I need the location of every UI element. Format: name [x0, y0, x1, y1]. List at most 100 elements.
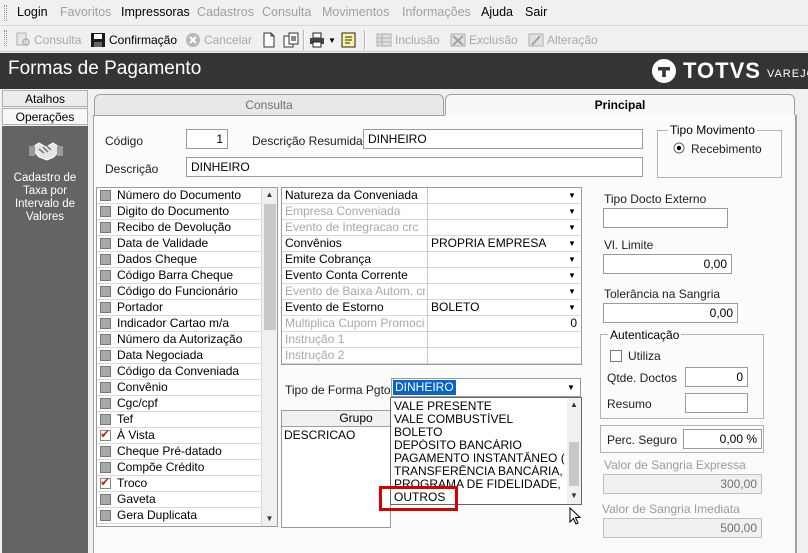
- tipo-forma-pgto-option[interactable]: PAGAMENTO INSTANTÂNEO (PIX): [394, 452, 564, 465]
- menu-favoritos[interactable]: Favoritos: [60, 5, 111, 19]
- chevron-down-icon[interactable]: ▼: [565, 284, 579, 299]
- checkbox[interactable]: [100, 254, 111, 265]
- checkbox[interactable]: [100, 334, 111, 345]
- checklist-item[interactable]: Dados Cheque: [97, 252, 261, 268]
- checkbox[interactable]: [100, 222, 111, 233]
- consulta-button[interactable]: Consulta: [15, 31, 81, 49]
- menu-impressoras[interactable]: Impressoras: [121, 5, 190, 19]
- menu-movimentos[interactable]: Movimentos: [322, 5, 389, 19]
- perc-seguro-input[interactable]: 0,00 %: [683, 429, 762, 449]
- checklist-item[interactable]: Cgc/cpf: [97, 396, 261, 412]
- checkbox[interactable]: [100, 398, 111, 409]
- checkbox[interactable]: [100, 382, 111, 393]
- property-row[interactable]: Multiplica Cupom Promocional 0: [282, 316, 581, 332]
- codigo-input[interactable]: 1: [186, 129, 228, 149]
- grupo-header[interactable]: Grupo: [282, 411, 390, 427]
- checkbox[interactable]: [100, 318, 111, 329]
- vl-limite-input[interactable]: 0,00: [603, 254, 732, 274]
- resumo-input[interactable]: [685, 393, 748, 413]
- tab-atalhos[interactable]: Atalhos: [2, 90, 88, 107]
- lookup-icon[interactable]: [340, 31, 358, 49]
- property-row[interactable]: Empresa Conveniada ▼: [282, 204, 581, 220]
- tipo-forma-pgto-option[interactable]: TRANSFERÊNCIA BANCÁRIA, CAR: [394, 465, 564, 478]
- checkbox[interactable]: [100, 427, 111, 442]
- checklist-item[interactable]: Compõe Crédito: [97, 460, 261, 476]
- qtde-doctos-input[interactable]: 0: [685, 367, 748, 387]
- descricao-input[interactable]: DINHEIRO: [186, 157, 643, 177]
- utiliza-checkbox[interactable]: [610, 350, 622, 362]
- chevron-down-icon[interactable]: ▼: [565, 300, 579, 315]
- checklist-item[interactable]: Gera Duplicata: [97, 508, 261, 524]
- checklist-item[interactable]: Cheque Pré-datado: [97, 444, 261, 460]
- property-row[interactable]: Evento de Baixa Autom. crc ▼: [282, 284, 581, 300]
- tipo-docto-externo-input[interactable]: [603, 208, 728, 228]
- checklist-scrollbar[interactable]: ▲ ▼: [261, 188, 277, 526]
- printer-dropdown-icon[interactable]: ▼: [328, 31, 336, 49]
- checklist-item[interactable]: Tef: [97, 412, 261, 428]
- checklist-item[interactable]: À Vista: [97, 427, 261, 444]
- checklist-item[interactable]: Código da Conveniada: [97, 364, 261, 380]
- property-row[interactable]: Instrução 1: [282, 332, 581, 348]
- descricao-resumida-input[interactable]: DINHEIRO: [363, 129, 643, 149]
- scroll-down-icon[interactable]: ▼: [262, 512, 277, 526]
- menu-cadastros[interactable]: Cadastros: [197, 5, 254, 19]
- checklist-item[interactable]: Portador: [97, 300, 261, 316]
- checkbox[interactable]: [100, 494, 111, 505]
- inclusao-button[interactable]: Inclusão: [376, 31, 440, 49]
- checkbox[interactable]: [100, 286, 111, 297]
- property-value[interactable]: 0: [570, 316, 577, 331]
- checkbox[interactable]: [100, 510, 111, 521]
- menu-consulta[interactable]: Consulta: [262, 5, 311, 19]
- menu-sair[interactable]: Sair: [525, 5, 547, 19]
- grupo-row[interactable]: DESCRICAO: [284, 428, 388, 443]
- checkbox[interactable]: [100, 366, 111, 377]
- chevron-down-icon[interactable]: ▼: [565, 252, 579, 267]
- property-value[interactable]: PROPRIA EMPRESA: [431, 236, 546, 251]
- tolerancia-input[interactable]: 0,00: [603, 303, 738, 323]
- tipo-forma-pgto-option[interactable]: DEPÓSITO BANCÁRIO: [394, 439, 564, 452]
- scroll-up-icon[interactable]: ▲: [262, 188, 277, 202]
- checkbox[interactable]: [100, 350, 111, 361]
- checkbox[interactable]: [100, 270, 111, 281]
- checklist-item[interactable]: Digito do Documento: [97, 204, 261, 220]
- recebimento-radio[interactable]: [673, 142, 685, 154]
- scroll-down-icon[interactable]: ▼: [567, 489, 581, 503]
- dropdown-scrollbar[interactable]: ▲ ▼: [567, 398, 581, 504]
- sangria-expressa-input[interactable]: 300,00: [603, 474, 762, 494]
- checklist-item[interactable]: Indicador Cartao m/a: [97, 316, 261, 332]
- chevron-down-icon[interactable]: ▼: [565, 204, 579, 219]
- cadastro-taxa-link[interactable]: Cadastro de Taxa por Intervalo de Valore…: [2, 172, 88, 224]
- scrollbar-thumb[interactable]: [264, 204, 276, 330]
- tipo-forma-pgto-option[interactable]: VALE COMBUSTÍVEL: [394, 413, 564, 426]
- checkbox[interactable]: [100, 238, 111, 249]
- checklist-item[interactable]: Convênio: [97, 380, 261, 396]
- property-row[interactable]: Evento de Integracao crc ▼: [282, 220, 581, 236]
- cancelar-button[interactable]: Cancelar: [185, 31, 252, 49]
- menu-ajuda[interactable]: Ajuda: [481, 5, 513, 19]
- property-row[interactable]: Instrução 2: [282, 348, 581, 364]
- tipo-forma-pgto-option[interactable]: VALE PRESENTE: [394, 400, 564, 413]
- chevron-down-icon[interactable]: ▼: [564, 380, 578, 395]
- checkbox[interactable]: [100, 206, 111, 217]
- property-row[interactable]: Evento de Estorno BOLETO ▼: [282, 300, 581, 316]
- printer-icon[interactable]: [309, 31, 325, 49]
- chevron-down-icon[interactable]: ▼: [565, 188, 579, 203]
- checklist-item[interactable]: Recibo de Devolução: [97, 220, 261, 236]
- tab-consulta[interactable]: Consulta: [94, 94, 444, 115]
- checkbox[interactable]: [100, 414, 111, 425]
- scrollbar-thumb[interactable]: [569, 442, 579, 486]
- property-row[interactable]: Evento Conta Corrente ▼: [282, 268, 581, 284]
- property-row[interactable]: Natureza da Conveniada ▼: [282, 188, 581, 204]
- checklist-item[interactable]: Gaveta: [97, 492, 261, 508]
- property-row[interactable]: Emite Cobrança ▼: [282, 252, 581, 268]
- sangria-imediata-input[interactable]: 500,00: [603, 518, 762, 538]
- checklist-item[interactable]: Número da Autorização: [97, 332, 261, 348]
- checkbox[interactable]: [100, 302, 111, 313]
- handshake-icon[interactable]: [29, 134, 63, 168]
- tab-operacoes[interactable]: Operações: [2, 108, 88, 125]
- checkbox[interactable]: [100, 446, 111, 457]
- property-value[interactable]: BOLETO: [431, 300, 479, 315]
- checklist-item[interactable]: Código Barra Cheque: [97, 268, 261, 284]
- scroll-up-icon[interactable]: ▲: [567, 398, 581, 412]
- checklist-item[interactable]: Data de Validade: [97, 236, 261, 252]
